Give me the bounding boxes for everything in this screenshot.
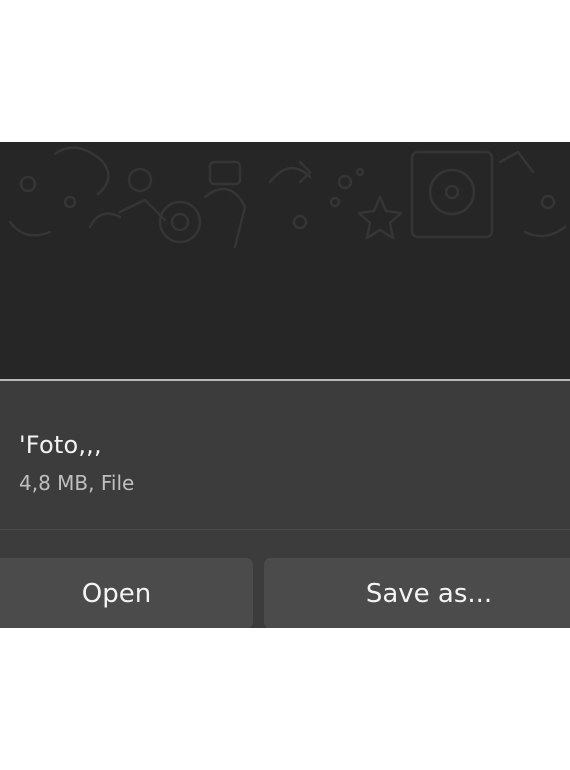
- screenshot-page: 'Foto,,, 4,8 MB, File Open Save as...: [0, 0, 570, 770]
- file-message-card: 'Foto,,, 4,8 MB, File Open Save as...: [0, 379, 570, 628]
- save-as-button[interactable]: Save as...: [264, 558, 570, 628]
- open-button[interactable]: Open: [0, 558, 253, 628]
- open-button-label: Open: [81, 578, 152, 609]
- file-message-body: 'Foto,,, 4,8 MB, File Open Save as...: [0, 381, 570, 628]
- divider: [0, 529, 570, 530]
- file-name: 'Foto,,,: [19, 431, 102, 459]
- save-as-button-label: Save as...: [365, 578, 493, 609]
- file-size-type: 4,8 MB, File: [19, 471, 135, 495]
- file-info: 'Foto,,, 4,8 MB, File: [0, 381, 570, 531]
- chat-background: 'Foto,,, 4,8 MB, File Open Save as...: [0, 142, 570, 628]
